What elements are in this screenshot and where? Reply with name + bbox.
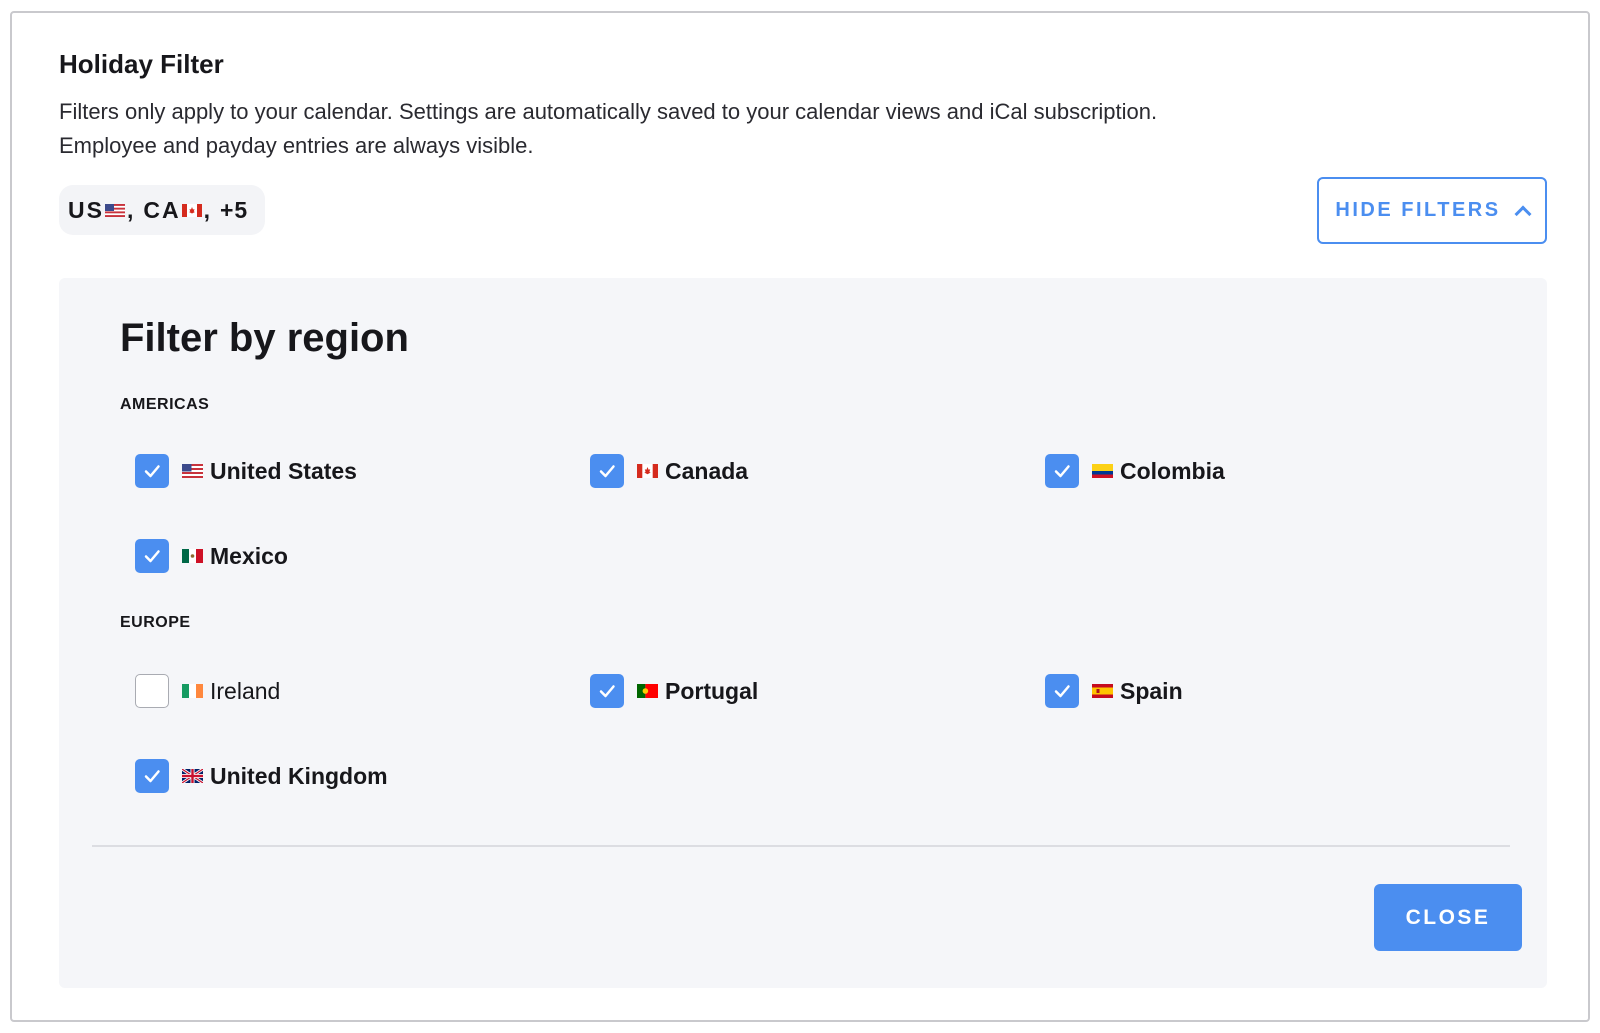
selected-regions-summary: US , CA , +5 xyxy=(59,185,265,235)
checkbox-unchecked[interactable] xyxy=(135,674,169,708)
summary-separator-2: , xyxy=(203,196,212,223)
hide-filters-button[interactable]: HIDE FILTERS xyxy=(1317,177,1547,244)
summary-more-count: +5 xyxy=(219,196,249,223)
region-label: Portugal xyxy=(665,677,759,704)
checkmark-icon xyxy=(144,465,160,478)
group-label-americas: AMERICAS xyxy=(120,396,210,413)
checkbox-checked[interactable] xyxy=(135,454,169,488)
region-label: Colombia xyxy=(1120,457,1225,484)
summary-separator-1: , xyxy=(126,196,136,223)
canada-flag-icon xyxy=(181,203,202,217)
checkbox-checked[interactable] xyxy=(1045,454,1079,488)
filter-panel-title: Filter by region xyxy=(120,316,409,360)
region-label: United Kingdom xyxy=(210,762,388,789)
region-checkbox-portugal[interactable]: Portugal xyxy=(590,674,758,708)
hide-filters-label: HIDE FILTERS xyxy=(1335,199,1501,221)
region-label: Canada xyxy=(665,457,749,484)
checkmark-icon xyxy=(1054,465,1070,478)
region-label: Mexico xyxy=(210,542,288,569)
spain-flag-icon xyxy=(1092,684,1113,698)
portugal-flag-icon xyxy=(637,684,658,698)
chevron-up-icon xyxy=(1514,205,1532,222)
checkmark-icon xyxy=(599,685,615,698)
region-label: Spain xyxy=(1120,677,1183,704)
region-checkbox-united-states[interactable]: United States xyxy=(135,454,357,488)
us-flag-icon xyxy=(104,203,125,217)
region-label: United States xyxy=(210,457,357,484)
region-checkbox-colombia[interactable]: Colombia xyxy=(1045,454,1225,488)
checkbox-checked[interactable] xyxy=(590,454,624,488)
us-flag-icon xyxy=(182,464,203,478)
checkmark-icon xyxy=(1054,685,1070,698)
mexico-flag-icon xyxy=(182,549,203,563)
ireland-flag-icon xyxy=(182,684,203,698)
filter-panel: Filter by region AMERICAS United States xyxy=(59,278,1547,988)
checkmark-icon xyxy=(144,550,160,563)
close-button[interactable]: CLOSE xyxy=(1374,884,1522,951)
region-checkbox-ireland[interactable]: Ireland xyxy=(135,674,280,708)
region-checkbox-spain[interactable]: Spain xyxy=(1045,674,1183,708)
uk-flag-icon xyxy=(182,769,203,783)
colombia-flag-icon xyxy=(1092,464,1113,478)
region-checkbox-mexico[interactable]: Mexico xyxy=(135,539,288,573)
summary-code-us: US xyxy=(68,196,104,223)
checkbox-checked[interactable] xyxy=(1045,674,1079,708)
checkmark-icon xyxy=(144,770,160,783)
checkmark-icon xyxy=(599,465,615,478)
description-line-2: Employee and payday entries are always v… xyxy=(59,133,534,158)
panel-divider xyxy=(92,845,1510,847)
page-title: Holiday Filter xyxy=(59,49,224,79)
description-line-1: Filters only apply to your calendar. Set… xyxy=(59,99,1158,124)
checkbox-checked[interactable] xyxy=(590,674,624,708)
canada-flag-icon xyxy=(637,464,658,478)
group-label-europe: EUROPE xyxy=(120,614,191,631)
summary-code-ca: CA xyxy=(143,196,181,223)
checkbox-checked[interactable] xyxy=(135,539,169,573)
region-label: Ireland xyxy=(210,677,281,704)
filter-description: Filters only apply to your calendar. Set… xyxy=(59,95,1359,163)
checkbox-checked[interactable] xyxy=(135,759,169,793)
region-checkbox-canada[interactable]: Canada xyxy=(590,454,748,488)
holiday-filter-card: Holiday Filter Filters only apply to you… xyxy=(10,11,1590,1022)
region-checkbox-united-kingdom[interactable]: United Kingdom xyxy=(135,759,388,793)
